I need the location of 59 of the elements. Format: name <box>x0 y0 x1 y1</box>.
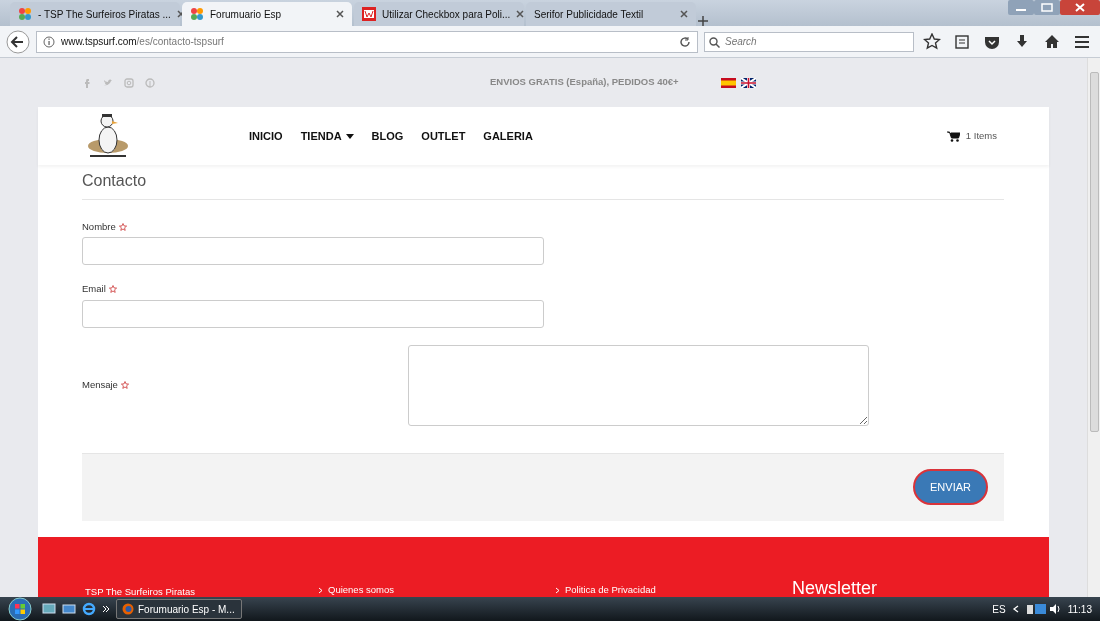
tab-title: Serifor Publicidade Textil <box>534 7 645 22</box>
close-icon[interactable] <box>1060 0 1100 15</box>
cart-link[interactable]: 1 Items <box>947 128 997 144</box>
close-icon[interactable] <box>336 10 344 18</box>
field-label: Email <box>82 282 106 297</box>
search-field[interactable]: Search <box>704 31 914 52</box>
back-icon[interactable] <box>6 29 30 54</box>
promo-text: ENVIOS GRATIS (España), PEDIDOS 40€+ <box>490 75 679 90</box>
tab-title: Forumuario Esp <box>210 7 283 22</box>
browser-tab[interactable]: Utilizar Checkbox para Poli... <box>354 2 524 26</box>
nav-link[interactable]: TIENDA <box>300 127 354 145</box>
address-bar[interactable]: www.tspsurf.com/es/contacto-tspsurf <box>36 30 698 53</box>
home-icon[interactable] <box>1043 32 1061 51</box>
reading-list-icon[interactable] <box>953 32 971 51</box>
nav-link[interactable]: INICIO <box>249 127 283 145</box>
browser-e-icon[interactable] <box>82 602 96 616</box>
w-logo-icon <box>362 7 376 21</box>
browser-tab[interactable]: - TSP The Surfeiros Piratas ... <box>10 2 180 26</box>
tab-title: Utilizar Checkbox para Poli... <box>382 7 511 22</box>
spain-flag-icon[interactable] <box>720 77 736 88</box>
chevron-icon <box>555 586 560 594</box>
browser-tab[interactable]: Forumuario Esp <box>182 2 352 26</box>
new-tab-icon[interactable] <box>698 16 708 26</box>
bookmark-star-icon[interactable] <box>923 32 941 51</box>
newsletter-heading: Newsletter <box>792 576 878 597</box>
footer-company: TSP The Surfeiros Piratas <box>85 586 195 597</box>
clock-time[interactable]: 11:13 <box>1067 601 1092 617</box>
cart-icon <box>947 130 961 142</box>
info-icon <box>43 35 55 48</box>
message-field[interactable] <box>408 344 869 426</box>
minimize-icon[interactable] <box>1008 0 1034 15</box>
tray-icons-drawing[interactable] <box>1025 602 1062 616</box>
language-indicator[interactable]: ES <box>992 601 1006 617</box>
scrollbar[interactable] <box>1087 58 1100 597</box>
name-field[interactable] <box>82 237 544 266</box>
footer-link[interactable]: Politica de Privacidad <box>555 582 656 597</box>
chevron-double-icon[interactable] <box>102 605 110 613</box>
email-field[interactable] <box>82 299 544 328</box>
search-icon <box>709 36 720 48</box>
url-text: www.tspsurf.com/es/contacto-tspsurf <box>61 35 225 49</box>
footer-link[interactable]: Quienes somos <box>318 582 394 597</box>
reload-icon[interactable] <box>679 35 691 48</box>
firefox-icon <box>122 603 134 615</box>
field-label: Nombre <box>82 220 116 235</box>
tab-title: - TSP The Surfeiros Piratas ... <box>38 7 171 22</box>
nav-link[interactable]: GALERIA <box>483 127 533 145</box>
chevron-icon <box>318 586 323 594</box>
uk-flag-icon[interactable] <box>741 77 757 88</box>
nav-link[interactable]: BLOG <box>371 127 404 145</box>
close-icon[interactable] <box>516 10 525 18</box>
page-heading: Contacto <box>82 169 1004 201</box>
nav-link[interactable]: OUTLET <box>421 127 466 145</box>
taskbar-window-button[interactable]: Forumuario Esp - M... <box>116 599 242 619</box>
browser-tab[interactable]: Serifor Publicidade Textil <box>526 2 696 26</box>
desktop-icon[interactable] <box>42 603 56 615</box>
window-switch-icon[interactable] <box>62 603 76 615</box>
close-icon[interactable] <box>680 10 688 18</box>
field-label: Mensaje <box>82 377 118 392</box>
send-button[interactable]: ENVIAR <box>913 469 988 506</box>
